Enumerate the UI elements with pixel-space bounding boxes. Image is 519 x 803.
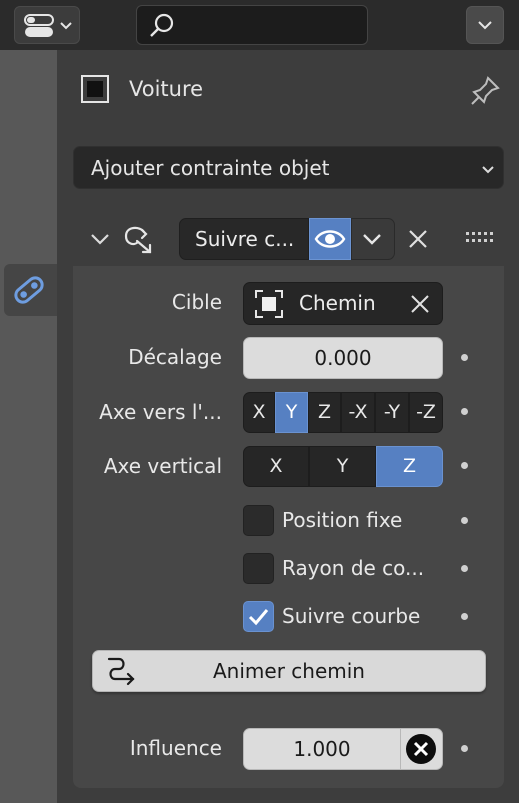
cancel-circle-icon (406, 734, 436, 764)
offset-label: Décalage (128, 345, 222, 369)
forward-axis-neg-y[interactable]: -Y (375, 392, 409, 433)
constraint-enable-toggle[interactable] (309, 218, 351, 260)
forward-axis-neg-x[interactable]: -X (341, 392, 375, 433)
chevron-down-icon (482, 166, 494, 174)
eye-icon (314, 230, 346, 248)
curve-radius-label: Rayon de co... (282, 556, 425, 580)
properties-tab-strip (0, 50, 57, 803)
constraint-menu-button[interactable] (351, 218, 395, 260)
forward-axis-label: Axe vers l'... (99, 400, 222, 424)
target-field[interactable]: Chemin (243, 282, 443, 325)
offset-field[interactable]: 0.000 (243, 337, 443, 379)
up-axis-z[interactable]: Z (376, 446, 443, 487)
constraint-name: Suivre c... (195, 227, 295, 251)
drag-handle-icon[interactable] (466, 230, 494, 246)
object-name: Voiture (129, 77, 204, 101)
search-input[interactable] (136, 5, 368, 45)
add-object-constraint-dropdown[interactable]: Ajouter contrainte objet (73, 146, 504, 189)
up-axis-x[interactable]: X (243, 446, 309, 487)
tab-object-constraint[interactable] (4, 264, 57, 316)
search-icon (150, 13, 174, 37)
forward-axis-z[interactable]: Z (308, 392, 341, 433)
options-dropdown-button[interactable] (466, 6, 504, 44)
keyframe-dot[interactable] (461, 408, 468, 415)
pin-icon[interactable] (468, 72, 504, 108)
keyframe-dot[interactable] (461, 565, 468, 572)
constraint-name-field[interactable]: Suivre c... (179, 218, 309, 260)
curve-radius-checkbox[interactable] (243, 553, 274, 584)
follow-path-icon (124, 226, 152, 254)
animate-path-label: Animer chemin (213, 659, 365, 683)
disable-keep-transform-button[interactable] (400, 728, 443, 770)
constraint-icon (14, 276, 44, 304)
fixed-position-checkbox[interactable] (243, 505, 274, 536)
collapse-chevron-icon[interactable] (88, 227, 112, 251)
up-axis-label: Axe vertical (103, 454, 222, 478)
chevron-down-icon (478, 21, 492, 30)
up-axis-y[interactable]: Y (309, 446, 376, 487)
curve-object-icon (255, 290, 283, 318)
forward-axis-neg-z[interactable]: -Z (409, 392, 443, 433)
editor-type-button[interactable] (14, 6, 80, 44)
follow-curve-checkbox[interactable] (243, 601, 274, 632)
fixed-position-label: Position fixe (282, 508, 403, 532)
add-constraint-label: Ajouter contrainte objet (91, 156, 330, 180)
keyframe-dot[interactable] (461, 354, 468, 361)
keyframe-dot[interactable] (461, 745, 468, 752)
chevron-down-icon (363, 234, 381, 245)
checkmark-icon (248, 609, 269, 626)
influence-label: Influence (129, 736, 222, 760)
object-icon (81, 75, 109, 103)
properties-editor-icon (24, 14, 72, 37)
keyframe-dot[interactable] (461, 613, 468, 620)
animate-path-button[interactable]: Animer chemin (92, 650, 486, 692)
forward-axis-x[interactable]: X (243, 392, 275, 433)
influence-field[interactable]: 1.000 (243, 728, 401, 770)
follow-curve-label: Suivre courbe (282, 604, 421, 628)
target-label: Cible (171, 290, 222, 314)
keyframe-dot[interactable] (461, 462, 468, 469)
clear-target-icon[interactable] (409, 293, 431, 315)
forward-axis-y[interactable]: Y (275, 392, 308, 433)
keyframe-dot[interactable] (461, 517, 468, 524)
target-value: Chemin (299, 291, 376, 315)
close-icon[interactable] (405, 226, 431, 252)
